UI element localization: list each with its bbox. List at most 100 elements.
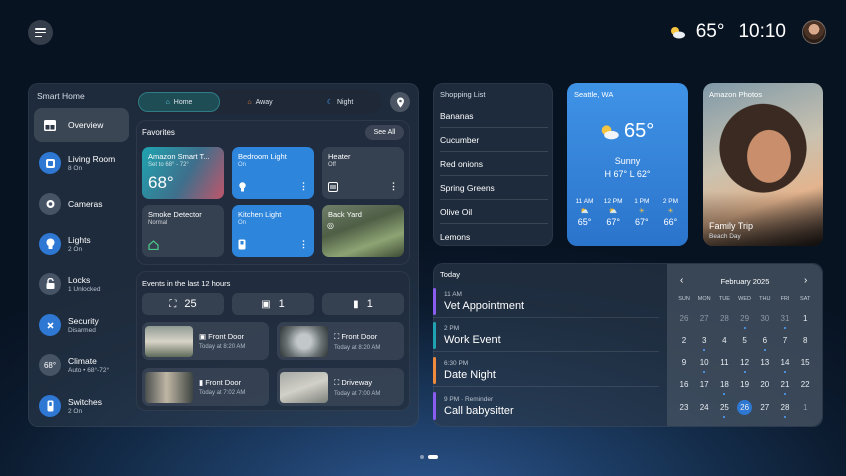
hour-time: 11 AM [575, 198, 594, 205]
sidebar-item-locks[interactable]: Locks 1 Unlocked [34, 267, 129, 301]
tile-status: Normal [148, 220, 168, 226]
calendar-day[interactable]: 3 [694, 333, 714, 351]
calendar-day[interactable]: 25 [714, 400, 734, 418]
calendar-day[interactable]: 22 [795, 377, 815, 392]
event-item[interactable]: ⛶ Front Door Today at 8:20 AM [277, 322, 404, 360]
thermostat-tile[interactable]: Amazon Smart T... Set to 68° - 72° 68° [142, 147, 224, 199]
calendar-day[interactable]: 1 [795, 311, 815, 326]
calendar-day[interactable]: 29 [735, 311, 755, 329]
sidebar-item-label: Overview [68, 120, 104, 130]
calendar-day[interactable]: 12 [735, 355, 755, 373]
more-options-icon[interactable]: ⋮ [299, 182, 308, 191]
calendar-day[interactable]: 9 [674, 355, 694, 370]
calendar-day[interactable]: 5 [735, 333, 755, 348]
tile-name: Amazon Smart T... [148, 152, 210, 161]
list-item[interactable]: Bananas [440, 104, 548, 128]
calendar-day[interactable]: 27 [755, 400, 775, 415]
event-dot [763, 349, 766, 351]
agenda-item[interactable]: 6:30 PM Date Night [433, 355, 659, 387]
list-item[interactable]: Red onions [440, 152, 548, 176]
prev-month-button[interactable]: ‹ [680, 275, 683, 286]
calendar-day[interactable]: 27 [694, 311, 714, 326]
sidebar-item-switches[interactable]: Switches 2 On [34, 389, 129, 423]
event-item[interactable]: ▮ Front Door Today at 7:02 AM [142, 368, 269, 406]
smoke-detector-tile[interactable]: Smoke Detector Normal [142, 205, 224, 257]
location-button[interactable] [390, 92, 410, 112]
calendar-day[interactable]: 7 [775, 333, 795, 348]
event-item[interactable]: ▣ Front Door Today at 8:20 AM [142, 322, 269, 360]
calendar-day[interactable]: 15 [795, 355, 815, 370]
menu-button[interactable] [28, 20, 53, 45]
sidebar-item-cameras[interactable]: Cameras [34, 187, 129, 221]
house-outline-icon [148, 240, 159, 250]
event-count-motion[interactable]: ⛶ 25 [142, 293, 224, 315]
kitchen-light-tile[interactable]: Kitchen Light On ⋮ [232, 205, 314, 257]
more-options-icon[interactable]: ⋮ [299, 240, 308, 249]
weather-card[interactable]: Seattle, WA 65° Sunny H 67° L 62° 11 AM ⛅… [567, 83, 688, 246]
page-dot-active[interactable] [428, 455, 438, 459]
calendar-day[interactable]: 28 [714, 311, 734, 326]
sidebar-item-security[interactable]: Security Disarmed [34, 308, 129, 342]
sidebar-item-overview[interactable]: Overview [34, 108, 129, 142]
mode-home[interactable]: ⌂ Home [138, 92, 220, 112]
agenda-item[interactable]: 11 AM Vet Appointment [433, 286, 659, 318]
calendar-day[interactable]: 6 [755, 333, 775, 351]
calendar-day[interactable]: 31 [775, 311, 795, 329]
page-dot[interactable] [420, 455, 424, 459]
hour-item: 12 PM ⛅ 67° [600, 198, 627, 227]
list-item[interactable]: Cucumber [440, 128, 548, 152]
calendar-day[interactable]: 13 [755, 355, 775, 370]
calendar-day[interactable]: 4 [714, 333, 734, 348]
switch-icon [39, 395, 61, 417]
calendar-day[interactable]: 28 [775, 400, 795, 418]
calendar-day[interactable]: 16 [674, 377, 694, 392]
calendar-day[interactable]: 24 [694, 400, 714, 415]
see-all-button[interactable]: See All [365, 125, 404, 140]
calendar-day[interactable]: 10 [694, 355, 714, 373]
back-yard-camera-tile[interactable]: Back Yard ◎ [322, 205, 404, 257]
calendar-day[interactable]: 18 [714, 377, 734, 395]
calendar-day[interactable]: 21 [775, 377, 795, 395]
current-temp: 65° [695, 21, 725, 42]
photos-card[interactable]: Amazon Photos Family Trip Beach Day [703, 83, 823, 246]
sidebar-item-lights[interactable]: Lights 2 On [34, 227, 129, 261]
calendar-day[interactable]: 8 [795, 333, 815, 348]
avatar[interactable] [802, 20, 826, 44]
list-item[interactable]: Olive Oil [440, 200, 548, 224]
agenda-time: 2 PM [444, 325, 460, 332]
event-item[interactable]: ⛶ Driveway Today at 7:00 AM [277, 368, 404, 406]
agenda-item[interactable]: 2 PM Work Event [433, 320, 659, 352]
hour-time: 1 PM [634, 198, 650, 205]
sidebar-item-living-room[interactable]: Living Room 8 On [34, 146, 129, 180]
partly-sunny-icon [601, 125, 619, 140]
mode-night[interactable]: ☾ Night [300, 92, 380, 112]
calendar-day[interactable]: 30 [755, 311, 775, 326]
sidebar-item-status: 2 On [68, 245, 83, 253]
calendar-day-today[interactable]: 26 [737, 400, 753, 415]
next-month-button[interactable]: › [804, 275, 807, 286]
sidebar-item-climate[interactable]: 68° Climate Auto • 68°-72° [34, 348, 129, 382]
more-options-icon[interactable]: ⋮ [389, 182, 398, 191]
calendar-day[interactable]: 23 [674, 400, 694, 415]
agenda-item[interactable]: 9 PM · Reminder Call babysitter [433, 390, 659, 422]
sidebar-title: Smart Home [37, 91, 85, 101]
hour-temp: 67° [606, 217, 620, 227]
mode-away[interactable]: ⌂ Away [220, 92, 300, 112]
event-count-switch[interactable]: ▮ 1 [322, 293, 404, 315]
list-item[interactable]: Lemons [440, 225, 548, 249]
event-count-package[interactable]: ▣ 1 [232, 293, 314, 315]
calendar-day[interactable]: 14 [775, 355, 795, 373]
calendar-day[interactable]: 19 [735, 377, 755, 392]
event-count: 1 [278, 298, 285, 310]
calendar-day[interactable]: 1 [795, 400, 815, 415]
moon-icon: ☾ [326, 99, 333, 106]
bedroom-light-tile[interactable]: Bedroom Light On ⋮ [232, 147, 314, 199]
list-item[interactable]: Spring Greens [440, 176, 548, 200]
calendar-day[interactable]: 26 [674, 311, 694, 326]
tile-status: On [238, 162, 247, 168]
heater-tile[interactable]: Heater Off ⋮ [322, 147, 404, 199]
calendar-day[interactable]: 11 [714, 355, 734, 370]
calendar-day[interactable]: 2 [674, 333, 694, 348]
calendar-day[interactable]: 17 [694, 377, 714, 392]
calendar-day[interactable]: 20 [755, 377, 775, 392]
